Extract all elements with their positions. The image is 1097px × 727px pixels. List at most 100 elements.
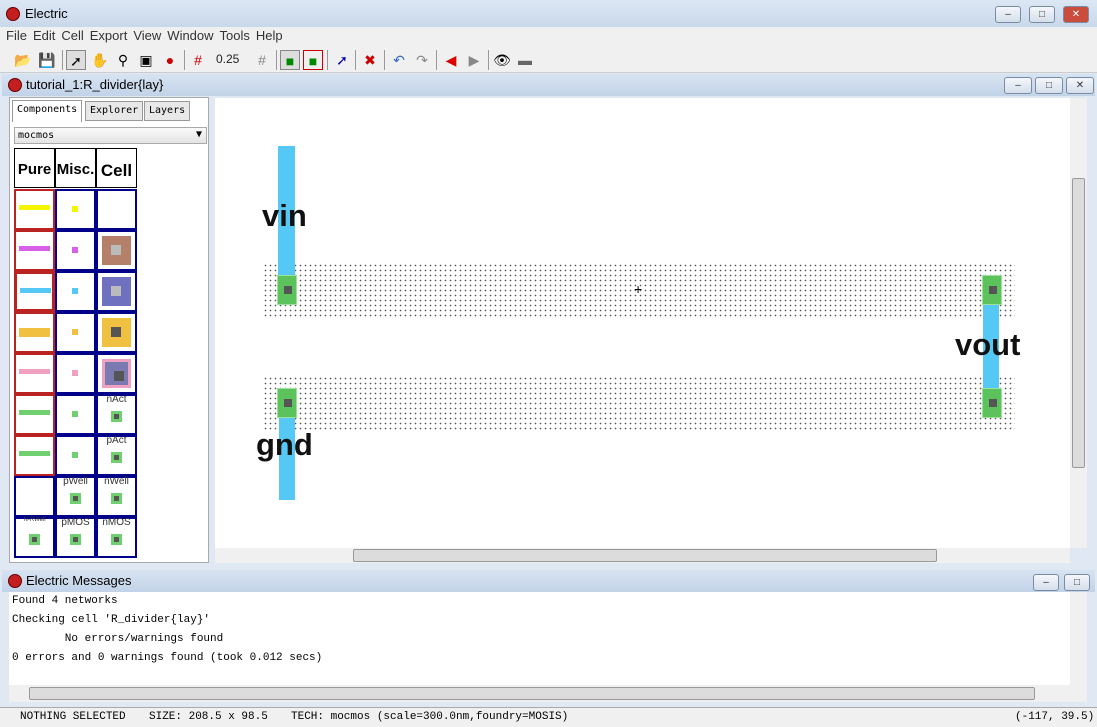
grid-increase-icon[interactable]: # <box>188 50 208 70</box>
app-title: Electric <box>25 6 68 21</box>
palette-cell[interactable] <box>14 476 55 517</box>
tools-icon[interactable]: ✖ <box>360 50 380 70</box>
palette-pin-0[interactable] <box>55 189 96 230</box>
menu-tools[interactable]: Tools <box>220 28 250 43</box>
label-vin[interactable]: vin <box>262 198 307 234</box>
messages-vertical-scrollbar[interactable] <box>1070 592 1087 685</box>
palette-node-pwell[interactable]: pWell <box>55 476 96 517</box>
tab-components[interactable]: Components <box>12 100 83 122</box>
status-coords: (-117, 39.5) <box>1015 711 1095 723</box>
palette-header-2[interactable]: Cell <box>96 148 137 188</box>
menu-cell[interactable]: Cell <box>61 28 83 43</box>
palette-node-nrwell[interactable]: N-RWell <box>14 517 55 558</box>
palette-arc-p-active[interactable] <box>14 435 55 476</box>
outline-edit-icon[interactable]: ▣ <box>136 50 156 70</box>
palette-arc-metal-4[interactable] <box>14 312 55 353</box>
palette-pin-4[interactable] <box>55 353 96 394</box>
contact-vin[interactable] <box>277 275 297 305</box>
special-select-icon[interactable]: ➚ <box>332 50 352 70</box>
palette-arc-metal-2[interactable] <box>14 230 55 271</box>
grid-decrease-icon[interactable]: # <box>252 50 272 70</box>
eye-closed-icon[interactable]: ▬ <box>515 50 535 70</box>
doc-close-button[interactable]: ✕ <box>1066 77 1094 94</box>
maximize-button[interactable]: □ <box>1029 6 1055 23</box>
minimize-button[interactable]: – <box>995 6 1021 23</box>
palette-label-pmos: pMOS <box>61 517 90 528</box>
doc-minimize-button[interactable]: – <box>1004 77 1032 94</box>
palette-arc-metal-5[interactable] <box>14 353 55 394</box>
menu-export[interactable]: Export <box>90 28 128 43</box>
forward-arrow-icon[interactable]: ▶ <box>464 50 484 70</box>
menu-file[interactable]: File <box>6 28 27 43</box>
palette-cell[interactable] <box>96 189 137 230</box>
contact-vout-top[interactable] <box>982 275 1002 305</box>
select-arrow-icon[interactable]: ➚ <box>66 50 86 70</box>
undo-icon[interactable]: ↶ <box>389 50 409 70</box>
back-arrow-icon[interactable]: ◀ <box>441 50 461 70</box>
palette-contact-3[interactable] <box>96 312 137 353</box>
message-line: Checking cell 'R_divider{lay}' <box>12 614 211 626</box>
messages-minimize-button[interactable]: – <box>1033 574 1059 591</box>
canvas-horizontal-scrollbar[interactable] <box>215 548 1070 563</box>
status-selection: NOTHING SELECTED <box>20 711 126 723</box>
palette-pin-5[interactable] <box>55 394 96 435</box>
electric-app-icon <box>6 7 20 21</box>
menu-window[interactable]: Window <box>167 28 213 43</box>
palette-header-0[interactable]: Pure <box>14 148 55 188</box>
poly-resistor-bottom[interactable] <box>263 376 1015 431</box>
palette-arc-metal-1[interactable] <box>14 189 55 230</box>
tab-explorer[interactable]: Explorer <box>85 101 144 121</box>
label-vout[interactable]: vout <box>955 327 1020 363</box>
save-icon[interactable]: 💾 <box>37 50 57 70</box>
palette-node-nwell[interactable]: nWell <box>96 476 137 517</box>
label-gnd[interactable]: gnd <box>256 427 313 463</box>
palette-arc-metal-3[interactable] <box>14 271 55 312</box>
eye-icon[interactable]: 👁 <box>492 50 512 70</box>
messages-icon <box>8 574 22 588</box>
status-tech: TECH: mocmos (scale=300.0nm,foundry=MOSI… <box>291 711 569 723</box>
palette-node-pmos[interactable]: pMOS <box>55 517 96 558</box>
doc-maximize-button[interactable]: □ <box>1035 77 1063 94</box>
palette-contact-1[interactable] <box>96 230 137 271</box>
schematic-mode-icon[interactable]: ■ <box>303 50 323 70</box>
messages-log: Found 4 networks Checking cell 'R_divide… <box>9 592 1070 685</box>
palette-node-nmos[interactable]: nMOS <box>96 517 137 558</box>
palette-header-1[interactable]: Misc. <box>55 148 96 188</box>
pan-hand-icon[interactable]: ✋ <box>90 50 110 70</box>
close-button[interactable]: ✕ <box>1063 6 1089 23</box>
menu-help[interactable]: Help <box>256 28 283 43</box>
tab-layers[interactable]: Layers <box>144 101 191 121</box>
palette-pin-6[interactable] <box>55 435 96 476</box>
palette-arc-n-active[interactable] <box>14 394 55 435</box>
measure-icon[interactable]: ● <box>160 50 180 70</box>
palette-label-nwell: nWell <box>104 476 129 487</box>
messages-maximize-button[interactable]: □ <box>1064 574 1090 591</box>
layout-canvas[interactable]: + vin vout gnd <box>215 98 1070 548</box>
palette-node-nact[interactable]: nAct <box>96 394 137 435</box>
menu-view[interactable]: View <box>133 28 161 43</box>
layout-mode-icon[interactable]: ■ <box>280 50 300 70</box>
contact-vout-bottom[interactable] <box>982 388 1002 418</box>
document-icon <box>8 78 22 92</box>
palette-pin-3[interactable] <box>55 312 96 353</box>
contact-gnd[interactable] <box>277 388 297 418</box>
redo-icon[interactable]: ↷ <box>412 50 432 70</box>
palette-node-pact[interactable]: pAct <box>96 435 137 476</box>
zoom-icon[interactable]: ⚲ <box>113 50 133 70</box>
menu-edit[interactable]: Edit <box>33 28 55 43</box>
open-folder-icon[interactable]: 📂 <box>13 50 33 70</box>
technology-select[interactable]: mocmos ▼ <box>14 127 207 144</box>
palette-label-pact: pAct <box>106 435 127 446</box>
canvas-vertical-scrollbar[interactable] <box>1070 98 1087 548</box>
component-panel: Components Explorer Layers mocmos ▼ Pure M… <box>9 97 209 563</box>
palette-pin-2[interactable] <box>55 271 96 312</box>
palette-pin-1[interactable] <box>55 230 96 271</box>
status-bar: NOTHING SELECTED SIZE: 208.5 x 98.5 TECH… <box>0 707 1097 727</box>
status-size: SIZE: 208.5 x 98.5 <box>149 711 268 723</box>
messages-horizontal-scrollbar[interactable] <box>9 685 1087 702</box>
palette-contact-2[interactable] <box>96 271 137 312</box>
palette-label-pwell: pWell <box>63 476 88 487</box>
toolbar: 📂 💾 ➚ ✋ ⚲ ▣ ● # 0.25 # ■ ■ ➚ ✖ ↶ ↷ ◀ ▶ 👁… <box>0 46 1097 73</box>
messages-title: Electric Messages <box>26 573 132 588</box>
palette-contact-4[interactable] <box>96 353 137 394</box>
